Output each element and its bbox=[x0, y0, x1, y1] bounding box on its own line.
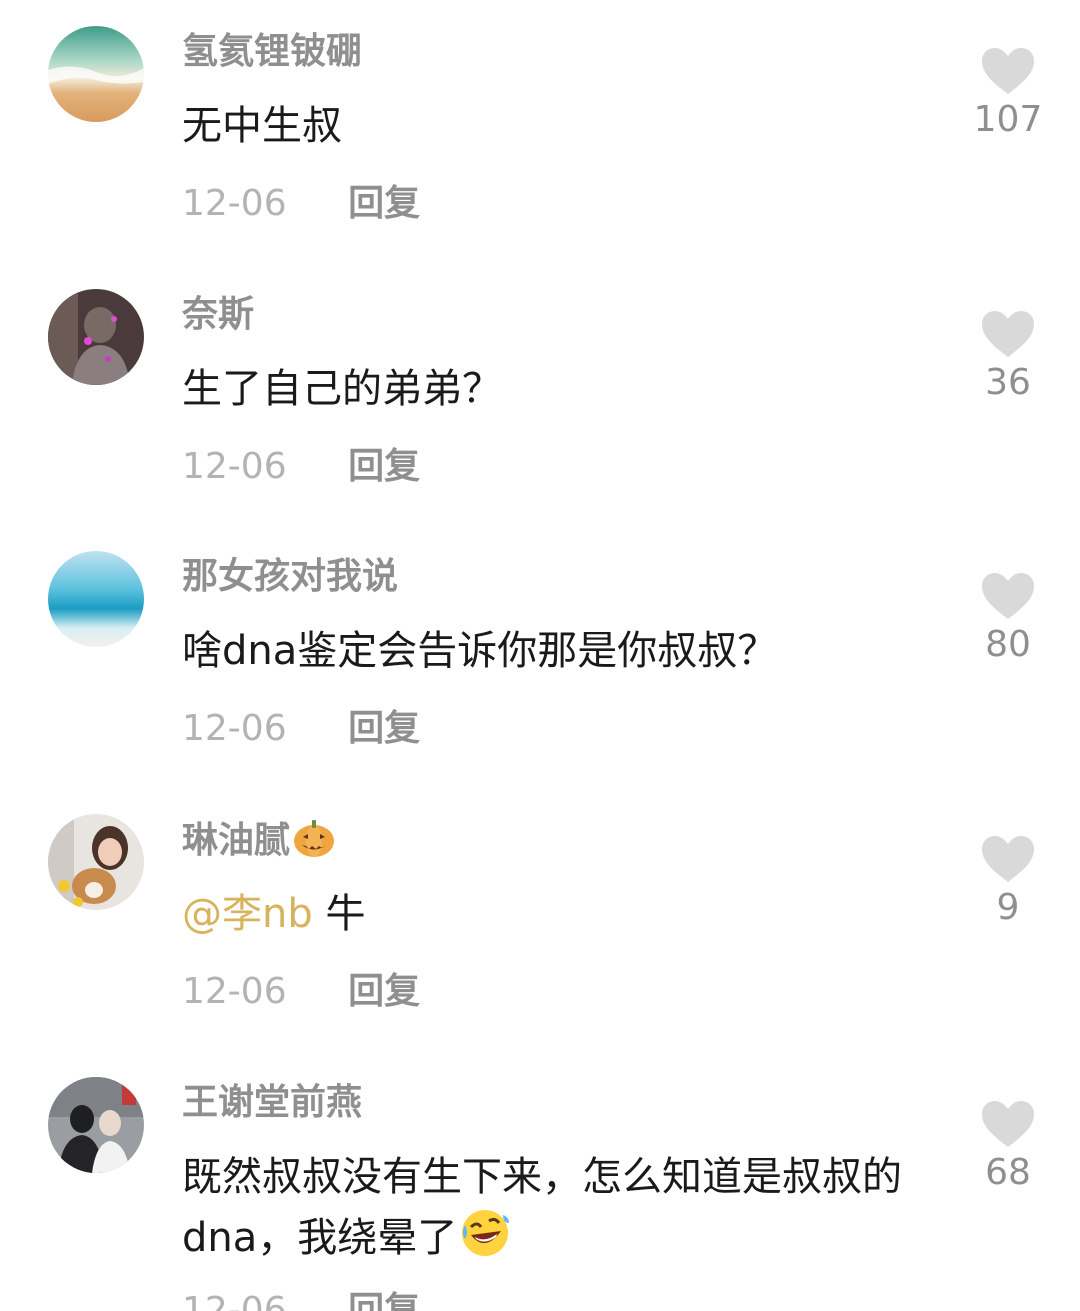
comment-body: 既然叔叔没有生下来，怎么知道是叔叔的dna，我绕晕了 bbox=[182, 1154, 902, 1261]
comment-item: 奈斯 生了自己的弟弟？ 12-06 回复 36 bbox=[0, 289, 1080, 529]
comment-meta: 12-06 回复 bbox=[182, 445, 420, 489]
comment-item: 氢氦锂铍硼 无中生叔 12-06 回复 107 bbox=[0, 26, 1080, 266]
comment-text: 啥dna鉴定会告诉你那是你叔叔？ bbox=[182, 621, 922, 681]
comment-meta: 12-06 回复 bbox=[182, 1289, 420, 1311]
like-count: 9 bbox=[996, 887, 1020, 928]
comment-body: 生了自己的弟弟？ bbox=[182, 366, 502, 412]
username[interactable]: 氢氦锂铍硼 bbox=[182, 30, 362, 74]
reply-button[interactable]: 回复 bbox=[348, 446, 420, 487]
avatar[interactable] bbox=[48, 1077, 144, 1173]
like-count: 107 bbox=[973, 99, 1043, 140]
like-count: 68 bbox=[985, 1152, 1031, 1193]
avatar[interactable] bbox=[48, 814, 144, 910]
username[interactable]: 那女孩对我说 bbox=[182, 555, 398, 599]
like-button[interactable]: 107 bbox=[968, 46, 1048, 142]
comment-text: @李nb 牛 bbox=[182, 884, 922, 944]
avatar[interactable] bbox=[48, 551, 144, 647]
comment-item: 琳油腻 @李nb 牛 12-06 回复 9 bbox=[0, 814, 1080, 1054]
reply-button[interactable]: 回复 bbox=[348, 708, 420, 749]
username[interactable]: 琳油腻 bbox=[182, 818, 336, 863]
comment-date: 12-06 bbox=[182, 1290, 287, 1311]
comment-text: 无中生叔 bbox=[182, 96, 922, 156]
heart-icon[interactable] bbox=[980, 46, 1036, 96]
comment-list: 氢氦锂铍硼 无中生叔 12-06 回复 107 奈斯 生了自己的弟弟？ 12-0… bbox=[0, 0, 1080, 1311]
heart-icon[interactable] bbox=[980, 571, 1036, 621]
comment-item: 王谢堂前燕 既然叔叔没有生下来，怎么知道是叔叔的dna，我绕晕了 12-06 回… bbox=[0, 1077, 1080, 1311]
reply-button[interactable]: 回复 bbox=[348, 1290, 420, 1311]
comment-date: 12-06 bbox=[182, 971, 287, 1012]
username[interactable]: 奈斯 bbox=[182, 293, 254, 337]
comment-body: 啥dna鉴定会告诉你那是你叔叔？ bbox=[182, 628, 778, 674]
comment-body: 牛 bbox=[312, 891, 366, 937]
like-button[interactable]: 80 bbox=[968, 571, 1048, 667]
username[interactable]: 王谢堂前燕 bbox=[182, 1081, 362, 1125]
comment-meta: 12-06 回复 bbox=[182, 970, 420, 1014]
heart-icon[interactable] bbox=[980, 309, 1036, 359]
comment-date: 12-06 bbox=[182, 183, 287, 224]
rolling-laughing-emoji-icon bbox=[462, 1210, 510, 1256]
reply-button[interactable]: 回复 bbox=[348, 183, 420, 224]
avatar[interactable] bbox=[48, 26, 144, 122]
heart-icon[interactable] bbox=[980, 1099, 1036, 1149]
like-count: 80 bbox=[985, 624, 1031, 665]
mention-link[interactable]: @李nb bbox=[182, 891, 313, 937]
avatar[interactable] bbox=[48, 289, 144, 385]
comment-meta: 12-06 回复 bbox=[182, 182, 420, 226]
comment-date: 12-06 bbox=[182, 446, 287, 487]
comment-meta: 12-06 回复 bbox=[182, 707, 420, 751]
pumpkin-icon bbox=[294, 820, 335, 857]
like-button[interactable]: 9 bbox=[968, 834, 1048, 930]
comment-text: 既然叔叔没有生下来，怎么知道是叔叔的dna，我绕晕了 bbox=[182, 1147, 922, 1268]
comment-body: 无中生叔 bbox=[182, 103, 342, 149]
like-button[interactable]: 68 bbox=[968, 1099, 1048, 1195]
comment-text: 生了自己的弟弟？ bbox=[182, 359, 922, 419]
like-button[interactable]: 36 bbox=[968, 309, 1048, 405]
like-count: 36 bbox=[985, 362, 1031, 403]
heart-icon[interactable] bbox=[980, 834, 1036, 884]
comment-item: 那女孩对我说 啥dna鉴定会告诉你那是你叔叔？ 12-06 回复 80 bbox=[0, 551, 1080, 791]
reply-button[interactable]: 回复 bbox=[348, 971, 420, 1012]
comment-date: 12-06 bbox=[182, 708, 287, 749]
username-text: 琳油腻 bbox=[182, 820, 291, 861]
